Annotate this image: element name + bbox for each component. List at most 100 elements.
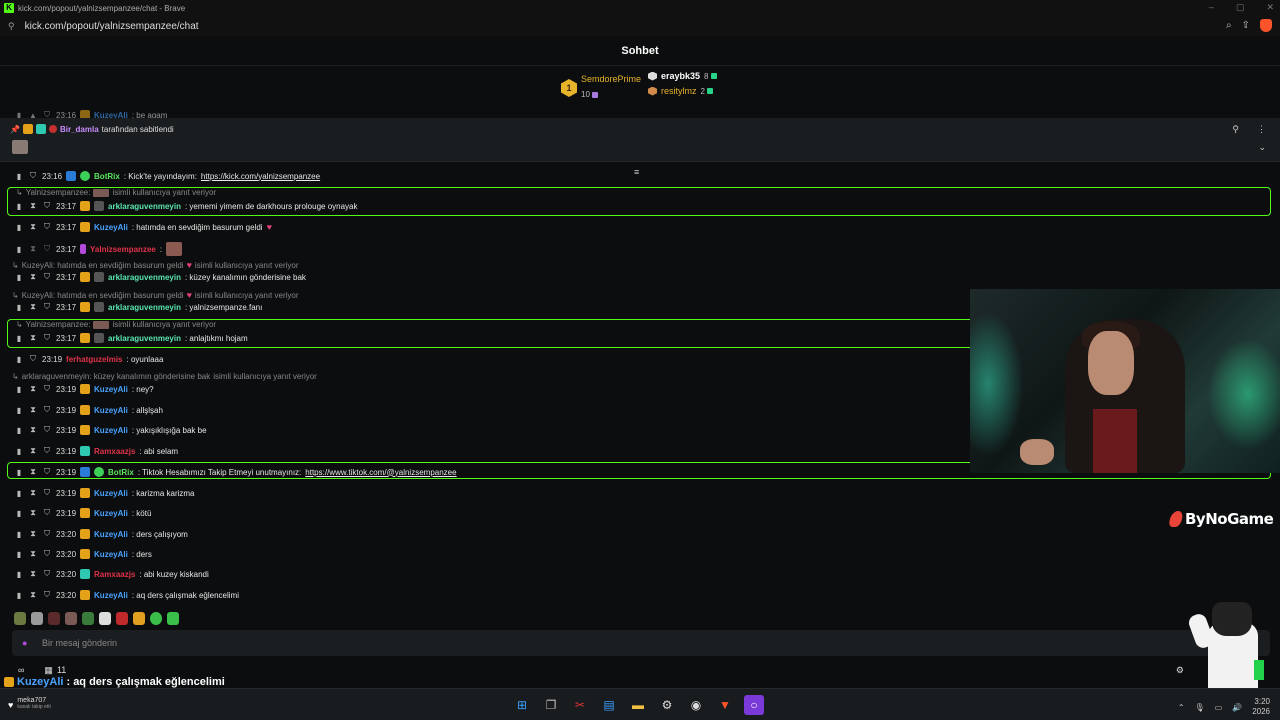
chat-username[interactable]: arklaraguvenmeyin (108, 273, 181, 282)
shield-icon[interactable]: ⛉ (42, 272, 52, 282)
timeout-icon[interactable]: ⧗ (28, 302, 38, 312)
chat-username[interactable]: ferhatguzelmis (66, 355, 122, 364)
chat-username[interactable]: arklaraguvenmeyin (108, 303, 181, 312)
pin-icon[interactable]: ▮ (14, 591, 24, 600)
chat-username[interactable]: Yalnizsempanzee (90, 245, 156, 254)
chat-message[interactable]: ▮ ⧗ ⛉ 23:17 arklaraguvenmeyin : anlajtık… (14, 333, 248, 343)
chat-link[interactable]: https://www.tiktok.com/@yalnizsempanzee (305, 468, 456, 477)
emote-icon[interactable] (150, 612, 162, 625)
pin-icon[interactable]: ▮ (14, 570, 24, 579)
minimize-icon[interactable]: – (1209, 2, 1214, 13)
unpin-icon[interactable]: ⚲ (1232, 124, 1239, 135)
chat-username[interactable]: BotRix (94, 172, 120, 181)
chat-username[interactable]: KuzeyAli (94, 223, 128, 232)
maximize-icon[interactable]: ▢ (1236, 2, 1245, 13)
chat-username[interactable]: Ramxaazjs (94, 570, 135, 579)
url-text[interactable]: kick.com/popout/yalnizsempanzee/chat (25, 21, 199, 32)
more-options-icon[interactable]: ⋮ (1257, 124, 1266, 135)
close-icon[interactable]: ✕ (1266, 2, 1274, 13)
shield-icon[interactable]: ⛉ (42, 590, 52, 600)
display-icon[interactable]: ▭ (1215, 703, 1223, 712)
chat-message[interactable]: ▮ ⧗ ⛉ 23:19 BotRix : Tiktok Hesabımızı T… (14, 467, 457, 477)
settings-app-icon[interactable]: ⚙ (657, 695, 677, 715)
emote-icon[interactable] (48, 612, 60, 625)
calendar-icon[interactable]: ▦ (44, 665, 53, 676)
reply-context[interactable]: ↳ KuzeyAli: hatımda en sevdiğim basurum … (12, 260, 299, 270)
pin-icon[interactable]: ▮ (14, 334, 24, 343)
pin-icon[interactable]: ▮ (14, 355, 24, 364)
brave-browser-icon[interactable]: ▼ (715, 695, 735, 715)
chat-username[interactable]: Ramxaazjs (94, 447, 135, 456)
pin-icon[interactable]: ▮ (14, 426, 24, 435)
emote-icon[interactable] (133, 612, 145, 625)
shield-icon[interactable]: ⛉ (42, 302, 52, 312)
microphone-icon[interactable]: ● (22, 638, 32, 648)
pin-icon[interactable]: ▮ (14, 509, 24, 518)
pin-icon[interactable]: ▮ (14, 447, 24, 456)
chat-username[interactable]: KuzeyAli (94, 509, 128, 518)
chat-username[interactable]: KuzeyAli (94, 406, 128, 415)
gear-icon[interactable]: ⚙ (1176, 665, 1184, 676)
shield-icon[interactable]: ⛉ (42, 333, 52, 343)
timeout-icon[interactable]: ⧗ (28, 405, 38, 415)
pin-icon[interactable]: ▮ (14, 550, 24, 559)
chat-message[interactable]: ▮ ⛉ 23:16 BotRix : Kick'te yayındayım: h… (14, 171, 320, 181)
pin-icon[interactable]: ▮ (14, 273, 24, 282)
steam-icon[interactable]: ◉ (686, 695, 706, 715)
reply-context[interactable]: ↳ Yalnizsempanzee: isimli kullanıcıya ya… (16, 188, 216, 197)
shield-icon[interactable]: ⛉ (42, 569, 52, 579)
timeout-icon[interactable]: ⧗ (28, 425, 38, 435)
timeout-icon[interactable]: ⧗ (28, 272, 38, 282)
timeout-icon[interactable]: ⧗ (28, 488, 38, 498)
pin-icon[interactable]: ▮ (14, 303, 24, 312)
emote-icon[interactable] (99, 612, 111, 625)
shield-icon[interactable]: ⛉ (42, 446, 52, 456)
file-explorer-icon[interactable]: ▬ (628, 695, 648, 715)
emote-icon[interactable] (65, 612, 77, 625)
reply-context[interactable]: ↳ arklaraguvenmeyin: küzey kanalımın gön… (12, 372, 317, 381)
chat-username[interactable]: KuzeyAli (94, 591, 128, 600)
pin-icon[interactable]: ▮ (14, 172, 24, 181)
pinned-by-user[interactable]: Bir_damla (60, 125, 99, 134)
chat-link[interactable]: https://kick.com/yalnizsempanzee (201, 172, 320, 181)
shield-icon[interactable]: ⛉ (42, 488, 52, 498)
pin-icon[interactable]: ▮ (14, 489, 24, 498)
chat-message[interactable]: ▮ ⧗ ⛉ 23:19 KuzeyAli : allşlşah (14, 405, 163, 415)
shield-icon[interactable]: ⛉ (42, 405, 52, 415)
chat-message[interactable]: ▮ ⧗ ⛉ 23:19 KuzeyAli : yakışıklışığa bak… (14, 425, 207, 435)
chat-message[interactable]: ▮ ⧗ ⛉ 23:17 arklaraguvenmeyin : küzey ka… (14, 272, 306, 282)
clock[interactable]: 3:20 2026 (1252, 697, 1270, 717)
timeout-icon[interactable]: ⧗ (28, 244, 38, 254)
leaderboard-third[interactable]: resitylmz 2 (648, 86, 713, 96)
chat-message[interactable]: ▮ ⧗ ⛉ 23:20 KuzeyAli : aq ders çalışmak … (14, 590, 239, 600)
timeout-icon[interactable]: ⧗ (28, 333, 38, 343)
chat-username[interactable]: KuzeyAli (94, 550, 128, 559)
shield-icon[interactable]: ⛉ (42, 384, 52, 394)
share-icon[interactable]: ⇪ (1242, 20, 1250, 31)
reply-context[interactable]: ↳ Yalnizsempanzee: isimli kullanıcıya ya… (16, 320, 216, 329)
pin-icon[interactable]: ▮ (14, 202, 24, 211)
timeout-icon[interactable]: ⧗ (28, 384, 38, 394)
chat-username[interactable]: KuzeyAli (94, 385, 128, 394)
timeout-icon[interactable]: ⧗ (28, 222, 38, 232)
volume-icon[interactable]: 🔊 (1232, 703, 1242, 712)
chat-username[interactable]: arklaraguvenmeyin (108, 202, 181, 211)
shield-icon[interactable]: ⛉ (42, 508, 52, 518)
microphone-icon[interactable]: 🎙 (1195, 703, 1205, 712)
leaderboard-second[interactable]: eraybk35 8 (648, 71, 717, 81)
shield-icon[interactable]: ⛉ (42, 549, 52, 559)
chat-input[interactable]: ● Bir mesaj gönderin (12, 630, 1270, 656)
link-icon[interactable]: ∞ (18, 665, 24, 675)
chat-message[interactable]: ▮ ⧗ ⛉ 23:17 KuzeyAli : hatımda en sevdiğ… (14, 222, 272, 232)
emote-icon[interactable] (31, 612, 43, 625)
chat-username[interactable]: arklaraguvenmeyin (108, 334, 181, 343)
timeout-icon[interactable]: ⧗ (28, 201, 38, 211)
chat-message[interactable]: ▮ ⧗ ⛉ 23:19 KuzeyAli : ney? (14, 384, 154, 394)
shield-icon[interactable]: ⛉ (42, 201, 52, 211)
chat-message[interactable]: ▮ ⧗ ⛉ 23:20 Ramxaazjs : abi kuzey kiskan… (14, 569, 209, 579)
emote-icon[interactable] (167, 612, 179, 625)
leaderboard-first[interactable]: 1 SemdorePrime 10 (561, 74, 641, 102)
chat-message[interactable]: ▮ ⧗ ⛉ 23:17 arklaraguvenmeyin : yememi y… (14, 201, 358, 211)
timeout-icon[interactable]: ⧗ (28, 549, 38, 559)
timeout-icon[interactable]: ⧗ (28, 529, 38, 539)
